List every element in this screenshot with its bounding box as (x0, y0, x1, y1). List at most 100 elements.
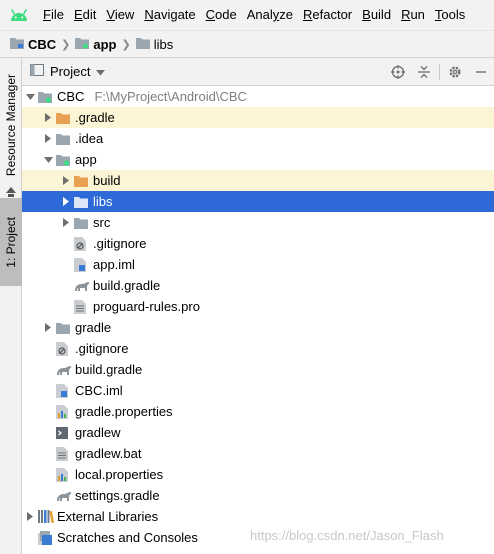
collapsed-arrow-icon[interactable] (40, 107, 56, 128)
expanded-arrow-icon[interactable] (40, 149, 56, 170)
menu-tools[interactable]: Tools (430, 0, 470, 30)
tree-row[interactable]: libs (22, 191, 494, 212)
breadcrumb: CBC ❯ app ❯ libs (0, 30, 494, 58)
tree-row[interactable]: proguard-rules.pro (22, 296, 494, 317)
arrow-placeholder (58, 296, 74, 317)
gitignore-file-icon (74, 233, 92, 254)
arrow-placeholder (40, 422, 56, 443)
gitignore-file-icon (56, 338, 74, 359)
menu-code[interactable]: Code (201, 0, 242, 30)
left-tool-strip: Resource Manager 1: Project (0, 58, 22, 554)
tree-row-label: .gradle (75, 110, 115, 125)
breadcrumb-item-libs[interactable]: libs (135, 36, 174, 52)
chevron-right-icon: ❯ (121, 38, 131, 51)
tree-row[interactable]: gradlew.bat (22, 443, 494, 464)
properties-file-icon (56, 464, 74, 485)
project-view-icon (30, 64, 44, 79)
breadcrumb-label: libs (153, 36, 174, 52)
text-file-icon (56, 443, 74, 464)
tree-row-label: gradlew.bat (75, 446, 142, 461)
tree-row[interactable]: build.gradle (22, 359, 494, 380)
tree-row-label: .gitignore (75, 341, 129, 356)
tab-project[interactable]: 1: Project (0, 198, 22, 286)
tree-row[interactable]: src (22, 212, 494, 233)
menu-view[interactable]: View (101, 0, 139, 30)
chevron-right-icon: ❯ (61, 38, 71, 51)
tab-resource-manager[interactable]: Resource Manager (0, 66, 22, 184)
android-logo-icon (0, 0, 38, 30)
tree-row-label: libs (93, 194, 113, 209)
tree-row[interactable]: gradle.properties (22, 401, 494, 422)
collapsed-arrow-icon[interactable] (40, 317, 56, 338)
iml-file-icon (74, 254, 92, 275)
project-tool-header: Project (22, 58, 494, 86)
collapsed-arrow-icon[interactable] (58, 212, 74, 233)
menu-bar: File Edit View Navigate Code Analyze Refactor B… (0, 0, 494, 30)
divider (439, 63, 440, 80)
breadcrumb-item-app[interactable]: app (75, 37, 117, 52)
module-folder-icon (38, 86, 56, 107)
collapsed-arrow-icon[interactable] (22, 506, 38, 527)
tree-row-label: gradle.properties (75, 404, 173, 419)
tree-row[interactable]: External Libraries (22, 506, 494, 527)
tree-row[interactable]: local.properties (22, 464, 494, 485)
project-tree[interactable]: CBC F:\MyProject\Android\CBC .gradle .idea a… (22, 86, 494, 554)
menu-file[interactable]: File (38, 0, 69, 30)
arrow-placeholder (58, 254, 74, 275)
properties-file-icon (56, 401, 74, 422)
breadcrumb-item-cbc[interactable]: CBC (10, 37, 56, 52)
resource-manager-icon (0, 186, 22, 198)
collapsed-arrow-icon[interactable] (58, 191, 74, 212)
arrow-placeholder (40, 338, 56, 359)
tree-row[interactable]: CBC F:\MyProject\Android\CBC (22, 86, 494, 107)
tree-row[interactable]: .gitignore (22, 233, 494, 254)
tree-row-label: settings.gradle (75, 488, 160, 503)
tab-label: Resource Manager (4, 73, 18, 177)
minimize-icon[interactable] (468, 59, 494, 85)
module-folder-icon (10, 37, 24, 52)
tree-row[interactable]: .gitignore (22, 338, 494, 359)
menu-refactor[interactable]: Refactor (298, 0, 357, 30)
tree-row[interactable]: .idea (22, 128, 494, 149)
tree-row-label: .idea (75, 131, 104, 146)
arrow-placeholder (40, 359, 56, 380)
tree-row-label: CBC (57, 89, 85, 104)
arrow-placeholder (58, 275, 74, 296)
collapse-all-icon[interactable] (411, 59, 437, 85)
gear-icon[interactable] (442, 59, 468, 85)
tree-row[interactable]: .gradle (22, 107, 494, 128)
expanded-arrow-icon[interactable] (22, 86, 38, 107)
project-view-selector[interactable]: Project (22, 64, 106, 79)
tree-row[interactable]: settings.gradle (22, 485, 494, 506)
menu-edit[interactable]: Edit (69, 0, 101, 30)
arrow-placeholder (22, 527, 38, 548)
tree-row-label: app.iml (93, 257, 135, 272)
tree-row[interactable]: app.iml (22, 254, 494, 275)
arrow-placeholder (58, 233, 74, 254)
menu-navigate[interactable]: Navigate (139, 0, 200, 30)
tree-row[interactable]: CBC.iml (22, 380, 494, 401)
tree-row[interactable]: app (22, 149, 494, 170)
tree-row-label: gradle (75, 320, 112, 335)
scratches-icon (38, 527, 56, 548)
tree-row[interactable]: gradlew (22, 422, 494, 443)
locate-target-icon[interactable] (385, 59, 411, 85)
collapsed-arrow-icon[interactable] (40, 128, 56, 149)
watermark: https://blog.csdn.net/Jason_Flash (250, 528, 444, 543)
tree-row-label: src (93, 215, 111, 230)
tree-row-label: build (93, 173, 121, 188)
arrow-placeholder (40, 485, 56, 506)
menu-analyze[interactable]: Analyze (242, 0, 298, 30)
collapsed-arrow-icon[interactable] (58, 170, 74, 191)
tree-row[interactable]: build.gradle (22, 275, 494, 296)
tree-row-label: local.properties (75, 467, 164, 482)
tree-row-label: CBC.iml (75, 383, 123, 398)
folder-icon (74, 212, 92, 233)
menu-run[interactable]: Run (396, 0, 430, 30)
tree-row[interactable]: gradle (22, 317, 494, 338)
arrow-placeholder (40, 380, 56, 401)
module-folder-icon (56, 149, 74, 170)
tree-row[interactable]: build (22, 170, 494, 191)
menu-build[interactable]: Build (357, 0, 396, 30)
breadcrumb-label: CBC (28, 36, 57, 52)
